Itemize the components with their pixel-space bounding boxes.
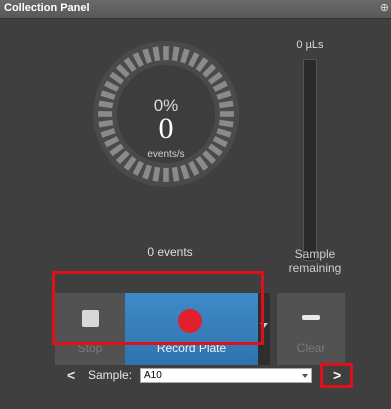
stop-button[interactable]: Stop bbox=[55, 293, 125, 365]
record-options-dropdown[interactable] bbox=[258, 293, 270, 365]
stop-icon bbox=[82, 310, 99, 327]
volume-bar bbox=[303, 59, 317, 261]
chevron-down-icon bbox=[260, 323, 268, 328]
sample-dropdown[interactable]: A10 bbox=[140, 368, 312, 383]
gauge-tick bbox=[163, 167, 169, 182]
record-label: Record Plate bbox=[156, 341, 227, 355]
previous-sample-icon[interactable]: < bbox=[67, 367, 75, 383]
title-bar: Collection Panel ⊕ bbox=[0, 0, 391, 19]
clear-label: Clear bbox=[296, 341, 326, 355]
pin-icon[interactable]: ⊕ bbox=[380, 1, 389, 14]
progress-gauge: 0% 0 events/s bbox=[92, 40, 240, 188]
rate-value: 0 bbox=[158, 112, 174, 145]
chevron-right-icon: > bbox=[333, 367, 342, 383]
sample-remaining-label: Sample remaining bbox=[288, 247, 342, 275]
gauge-tick bbox=[163, 46, 169, 61]
stop-label: Stop bbox=[77, 341, 103, 355]
panel-title: Collection Panel bbox=[4, 2, 90, 14]
collection-panel: 0% 0 events/s 0 µLs 0 events Sample rema… bbox=[0, 19, 391, 409]
next-sample-button[interactable]: > bbox=[320, 363, 353, 388]
sample-value: A10 bbox=[144, 370, 162, 381]
record-plate-button[interactable]: Record Plate bbox=[125, 293, 258, 365]
record-icon bbox=[178, 309, 202, 333]
rate-unit: events/s bbox=[147, 149, 185, 160]
events-count: 0 events bbox=[147, 245, 193, 259]
volume-label: 0 µLs bbox=[296, 39, 324, 51]
clear-button[interactable]: Clear bbox=[277, 293, 345, 365]
chevron-down-icon bbox=[302, 374, 308, 378]
sample-label: Sample: bbox=[88, 368, 133, 382]
minus-icon bbox=[302, 315, 320, 320]
